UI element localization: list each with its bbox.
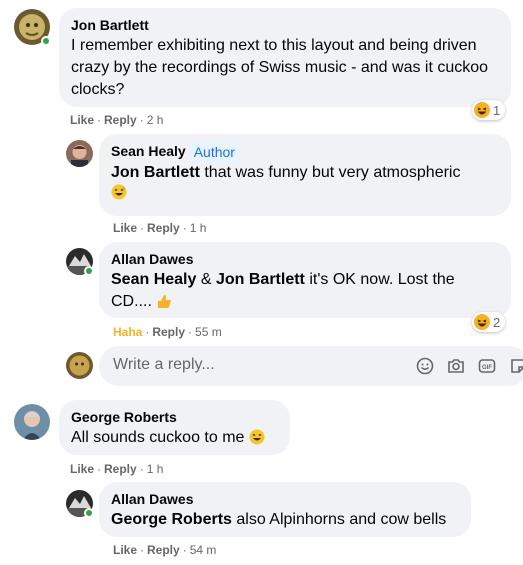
reaction-count: 1 — [493, 102, 501, 118]
avatar-allan-dawes[interactable] — [66, 248, 94, 276]
timestamp[interactable]: 1 h — [147, 462, 164, 476]
haha-reaction-button[interactable]: Haha — [113, 325, 142, 339]
reply-author[interactable]: Allan Dawes — [111, 490, 193, 508]
author-badge: Author — [189, 142, 239, 162]
reply-button[interactable]: Reply — [104, 462, 137, 476]
grinning-sweat-emoji-icon — [111, 184, 127, 200]
like-button[interactable]: Like — [113, 221, 137, 235]
reaction-summary[interactable]: 1 — [472, 100, 506, 120]
comment-actions: Like · Reply · 1 h — [70, 462, 164, 476]
like-button[interactable]: Like — [70, 462, 94, 476]
online-status-indicator — [41, 36, 51, 46]
reply-button[interactable]: Reply — [147, 543, 180, 557]
current-user-photo — [66, 352, 93, 379]
online-status-indicator — [84, 266, 94, 276]
comment-actions: Like · Reply · 2 h — [70, 113, 164, 127]
reaction-summary[interactable]: 2 — [472, 312, 506, 332]
like-button[interactable]: Like — [113, 543, 137, 557]
sticker-icon[interactable] — [508, 356, 523, 376]
online-status-indicator — [84, 508, 94, 518]
comment-text: All sounds cuckoo to me — [71, 427, 278, 449]
reply-author[interactable]: Allan Dawes — [111, 250, 193, 268]
timestamp[interactable]: 1 h — [190, 221, 207, 235]
reply-button[interactable]: Reply — [152, 325, 185, 339]
current-user-avatar[interactable] — [66, 352, 93, 379]
avatar-jon-bartlett[interactable] — [14, 9, 51, 46]
mention-link[interactable]: George Roberts — [111, 511, 232, 528]
reply-text: George Roberts also Alpinhorns and cow b… — [111, 511, 447, 528]
laughing-emoji-icon — [249, 429, 265, 445]
reply-bubble: Allan Dawes George Roberts also Alpinhor… — [99, 482, 471, 537]
mention-link[interactable]: Jon Bartlett — [111, 164, 200, 181]
comment-author[interactable]: George Roberts — [71, 408, 177, 426]
like-button[interactable]: Like — [70, 113, 94, 127]
reply-button[interactable]: Reply — [104, 113, 137, 127]
gif-icon[interactable]: GIF — [477, 356, 497, 376]
thumbs-up-emoji-icon — [158, 294, 172, 308]
reply-actions: Haha · Reply · 55 m — [113, 325, 222, 339]
comment-author[interactable]: Jon Bartlett — [71, 16, 149, 34]
haha-emoji-icon — [474, 102, 490, 118]
camera-icon[interactable] — [446, 356, 466, 376]
reply-text: Sean Healy & Jon Bartlett it's OK now. L… — [111, 271, 455, 310]
reaction-count: 2 — [493, 314, 501, 330]
reply-input[interactable]: Write a reply... GIF — [99, 346, 523, 386]
reply-text: Jon Bartlett that was funny but very atm… — [111, 164, 461, 181]
svg-text:GIF: GIF — [482, 365, 492, 371]
george-roberts-photo — [14, 404, 50, 440]
sean-healy-photo — [66, 140, 93, 167]
smiley-icon[interactable] — [415, 356, 435, 376]
reply-actions: Like · Reply · 54 m — [113, 543, 217, 557]
avatar-sean-healy[interactable] — [66, 140, 93, 167]
reply-actions: Like · Reply · 1 h — [113, 221, 207, 235]
comment-bubble: Jon Bartlett I remember exhibiting next … — [59, 8, 511, 107]
reply-button[interactable]: Reply — [147, 221, 180, 235]
avatar-george-roberts[interactable] — [14, 404, 50, 440]
avatar-allan-dawes[interactable] — [66, 490, 94, 518]
reply-bubble: Sean Healy Author Jon Bartlett that was f… — [99, 134, 511, 216]
timestamp[interactable]: 2 h — [147, 113, 164, 127]
comment-text: I remember exhibiting next to this layou… — [71, 37, 489, 98]
reply-input-placeholder: Write a reply... — [113, 356, 215, 373]
haha-emoji-icon — [474, 314, 490, 330]
reply-author[interactable]: Sean Healy — [111, 142, 186, 160]
reply-bubble: Allan Dawes Sean Healy & Jon Bartlett it… — [99, 242, 511, 318]
comment-bubble: George Roberts All sounds cuckoo to me — [59, 400, 290, 455]
timestamp[interactable]: 55 m — [195, 325, 222, 339]
mention-link[interactable]: Jon Bartlett — [216, 271, 305, 288]
timestamp[interactable]: 54 m — [190, 543, 217, 557]
mention-link[interactable]: Sean Healy — [111, 271, 196, 288]
